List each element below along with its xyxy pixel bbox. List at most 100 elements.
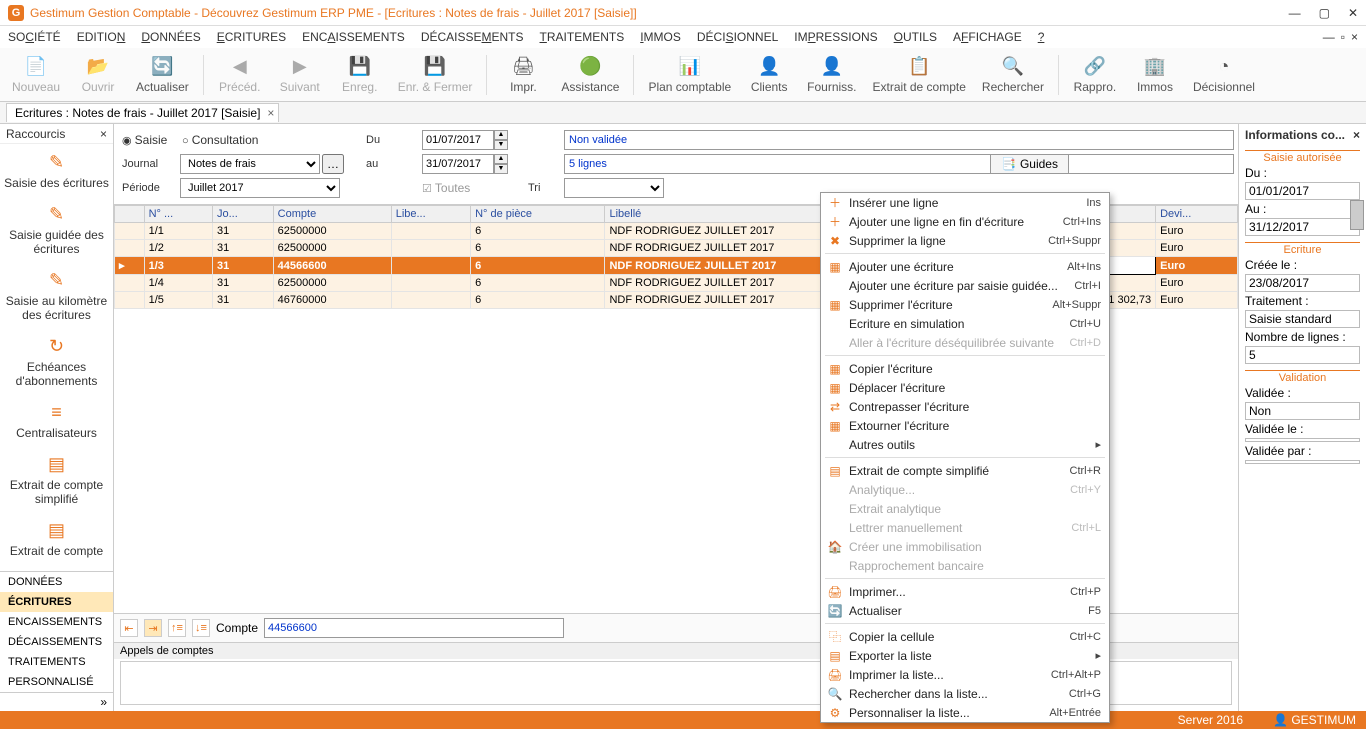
menu-affichage[interactable]: AFFICHAGE (953, 30, 1022, 44)
document-tab-close-icon[interactable]: × (267, 106, 274, 120)
guides-button[interactable]: 📑 Guides (990, 154, 1069, 174)
sidenav-item[interactable]: DÉCAISSEMENTS (0, 632, 113, 652)
mdi-close-icon[interactable]: × (1351, 30, 1358, 44)
du-down-icon[interactable]: ▼ (494, 140, 508, 150)
toolbar-icon: ▶ (289, 56, 311, 78)
column-header[interactable]: Devi... (1156, 206, 1238, 223)
menu-impressions[interactable]: IMPRESSIONS (794, 30, 877, 44)
context-menu-item[interactable]: ▤Extrait de compte simplifiéCtrl+R (821, 461, 1109, 480)
menu-donnees[interactable]: DONNÉES (141, 30, 200, 44)
sidenav-item[interactable]: DONNÉES (0, 572, 113, 592)
shortcut-item[interactable]: ✎Saisie des écritures (0, 144, 113, 196)
info-valideepar-label: Validée par : (1245, 444, 1360, 458)
sidenav-item[interactable]: TRAITEMENTS (0, 652, 113, 672)
minimize-icon[interactable]: — (1289, 6, 1301, 20)
toolbar-assistance[interactable]: 🟢Assistance (555, 51, 625, 99)
context-menu-item[interactable]: Ajouter une écriture par saisie guidée..… (821, 276, 1109, 295)
menu-societe[interactable]: SOCIÉTÉ (8, 30, 61, 44)
indent-left-icon[interactable]: ⇤ (120, 619, 138, 637)
sidebar-expand-icon[interactable]: » (0, 692, 113, 711)
info-valideele-label: Validée le : (1245, 422, 1360, 436)
shortcut-item[interactable]: ↻Echéances d'abonnements (0, 328, 113, 394)
column-header[interactable]: Compte (273, 206, 391, 223)
context-menu-item[interactable]: ＋Insérer une ligneIns (821, 193, 1109, 212)
mdi-minimize-icon[interactable]: — (1323, 30, 1335, 44)
shortcut-item[interactable]: ✎Saisie guidée des écritures (0, 196, 113, 262)
au-up-icon[interactable]: ▲ (494, 154, 508, 164)
context-menu-item[interactable]: ▦Supprimer l'écritureAlt+Suppr (821, 295, 1109, 314)
shortcut-item[interactable]: ▤Extrait de compte (0, 512, 113, 564)
toolbar-fourniss-[interactable]: 👤Fourniss. (801, 51, 862, 99)
context-menu-item[interactable]: ✖Supprimer la ligneCtrl+Suppr (821, 231, 1109, 250)
column-header[interactable]: N° de pièce (471, 206, 605, 223)
context-menu-item[interactable]: 🖨Imprimer...Ctrl+P (821, 582, 1109, 601)
shortcut-item[interactable]: ≡Centralisateurs (0, 394, 113, 446)
context-menu-item[interactable]: 🔍Rechercher dans la liste...Ctrl+G (821, 684, 1109, 703)
menu-decaissements[interactable]: DÉCAISSEMENTS (421, 30, 524, 44)
context-menu-icon: ▦ (827, 297, 843, 313)
toolbar-actualiser[interactable]: 🔄Actualiser (130, 51, 195, 99)
context-menu-item[interactable]: ▦Ajouter une écritureAlt+Ins (821, 257, 1109, 276)
sidenav-item[interactable]: PERSONNALISÉ (0, 672, 113, 692)
toolbar-extrait-de-compte[interactable]: 📋Extrait de compte (867, 51, 972, 99)
context-menu-item[interactable]: ⿻Copier la celluleCtrl+C (821, 627, 1109, 646)
sort-desc-icon[interactable]: ↓≡ (192, 619, 210, 637)
toolbar-d-cisionnel[interactable]: ◔Décisionnel (1187, 51, 1261, 99)
context-menu-item[interactable]: 🔄ActualiserF5 (821, 601, 1109, 620)
toolbar-rechercher[interactable]: 🔍Rechercher (976, 51, 1050, 99)
context-menu-icon: ⚙ (827, 705, 843, 721)
toolbar-rappro-[interactable]: 🔗Rappro. (1067, 51, 1123, 99)
context-menu-item[interactable]: ▦Copier l'écriture (821, 359, 1109, 378)
du-input[interactable] (422, 130, 494, 150)
document-tab[interactable]: Ecritures : Notes de frais - Juillet 201… (6, 103, 279, 122)
context-menu-item[interactable]: ▤Exporter la liste▸ (821, 646, 1109, 665)
menu-edition[interactable]: EDITION (77, 30, 126, 44)
sidenav-item[interactable]: ÉCRITURES (0, 592, 113, 612)
context-menu-item[interactable]: ⚙Personnaliser la liste...Alt+Entrée (821, 703, 1109, 722)
context-menu-item[interactable]: ▦Déplacer l'écriture (821, 378, 1109, 397)
mode-saisie-radio[interactable]: ◉ Saisie (122, 133, 167, 147)
column-header[interactable]: Jo... (212, 206, 273, 223)
sidenav-item[interactable]: ENCAISSEMENTS (0, 612, 113, 632)
context-menu-item[interactable]: Ecriture en simulationCtrl+U (821, 314, 1109, 333)
sort-asc-icon[interactable]: ↑≡ (168, 619, 186, 637)
maximize-icon[interactable]: ▢ (1319, 6, 1330, 20)
menu-immos[interactable]: IMMOS (640, 30, 681, 44)
menu-traitements[interactable]: TRAITEMENTS (540, 30, 625, 44)
column-header[interactable]: Libe... (391, 206, 470, 223)
tri-select[interactable] (564, 178, 664, 198)
toolbar-impr-[interactable]: 🖨Impr. (495, 51, 551, 99)
au-down-icon[interactable]: ▼ (494, 164, 508, 174)
periode-select[interactable]: Juillet 2017 (180, 178, 340, 198)
menu-help[interactable]: ? (1038, 30, 1045, 44)
context-menu-item[interactable]: ▦Extourner l'écriture (821, 416, 1109, 435)
menu-ecritures[interactable]: ECRITURES (217, 30, 286, 44)
journal-browse-button[interactable]: … (322, 154, 344, 174)
menu-decisionnel[interactable]: DÉCISIONNEL (697, 30, 778, 44)
mdi-restore-icon[interactable]: ▫ (1341, 30, 1345, 44)
context-menu-item[interactable]: Autres outils▸ (821, 435, 1109, 454)
close-icon[interactable]: ✕ (1348, 6, 1358, 20)
journal-select[interactable]: Notes de frais (180, 154, 320, 174)
toolbar-immos[interactable]: 🏢Immos (1127, 51, 1183, 99)
column-header[interactable]: N° ... (144, 206, 212, 223)
toolbar-plan-comptable[interactable]: 📊Plan comptable (642, 51, 737, 99)
shortcut-item[interactable]: ▤Extrait de compte simplifié (0, 446, 113, 512)
context-menu-item[interactable]: 🖨Imprimer la liste...Ctrl+Alt+P (821, 665, 1109, 684)
du-up-icon[interactable]: ▲ (494, 130, 508, 140)
toolbar-clients[interactable]: 👤Clients (741, 51, 797, 99)
mode-consultation-radio[interactable]: ○ Consultation (182, 133, 258, 147)
info-sec-validation: Validation (1245, 370, 1360, 384)
shortcut-item[interactable]: ✎Saisie au kilomètre des écritures (0, 262, 113, 328)
column-header[interactable] (115, 206, 145, 223)
sidebar-close-icon[interactable]: × (100, 127, 107, 141)
info-scrollbar-thumb[interactable] (1350, 200, 1364, 230)
context-menu-item[interactable]: ＋Ajouter une ligne en fin d'écritureCtrl… (821, 212, 1109, 231)
au-input[interactable] (422, 154, 494, 174)
menu-outils[interactable]: OUTILS (894, 30, 937, 44)
context-menu-item[interactable]: ⇄Contrepasser l'écriture (821, 397, 1109, 416)
compte-input[interactable] (264, 618, 564, 638)
info-close-icon[interactable]: × (1353, 128, 1360, 142)
indent-right-icon[interactable]: ⇥ (144, 619, 162, 637)
menu-encaissements[interactable]: ENCAISSEMENTS (302, 30, 405, 44)
